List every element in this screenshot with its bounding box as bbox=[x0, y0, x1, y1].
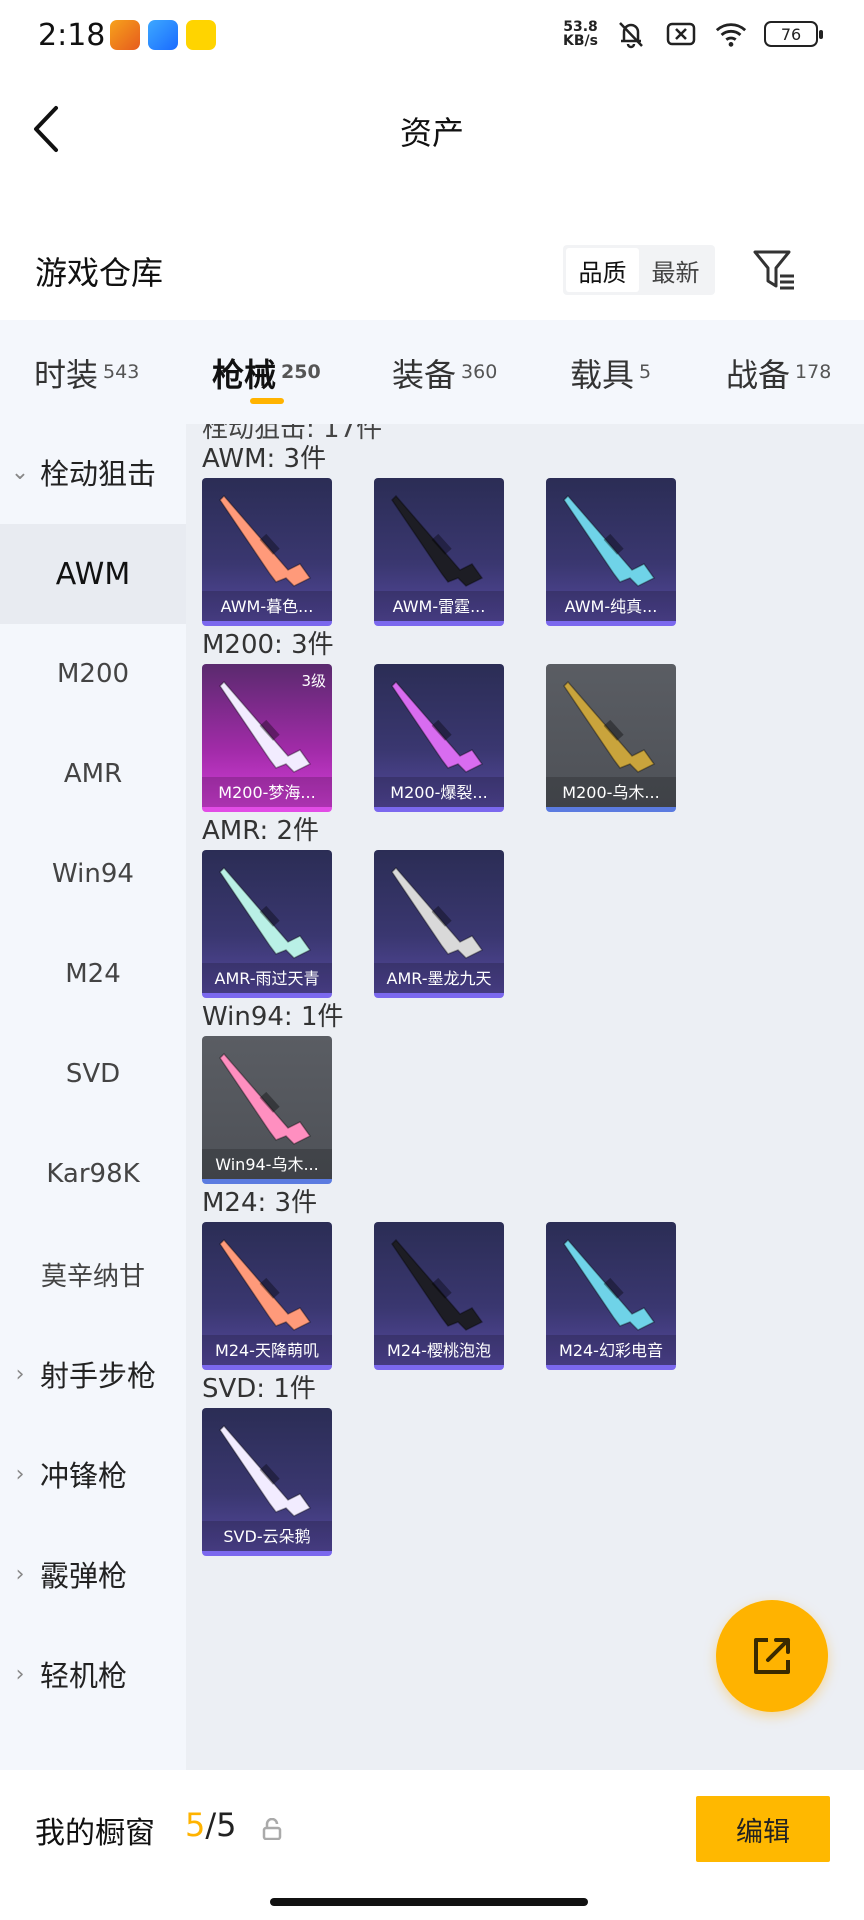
chevron-right-icon: › bbox=[15, 1661, 25, 1687]
item-name: AMR-雨过天青 bbox=[214, 969, 320, 988]
app-notification-icon bbox=[186, 20, 216, 50]
sim-off-icon bbox=[664, 18, 698, 50]
item-name: M200-爆裂... bbox=[390, 783, 488, 802]
item-card[interactable]: AWM-纯真... bbox=[546, 478, 676, 626]
sort-quality-button[interactable]: 品质 bbox=[566, 248, 639, 292]
tab-equipment[interactable]: 装备 360 bbox=[392, 350, 497, 396]
tab-firearms[interactable]: 枪械 250 bbox=[212, 350, 321, 396]
sort-newest-button[interactable]: 最新 bbox=[639, 248, 712, 292]
filter-button[interactable] bbox=[752, 248, 796, 292]
sidebar-item-m24[interactable]: M24 bbox=[0, 924, 186, 1024]
item-card[interactable]: AMR-雨过天青 bbox=[202, 850, 332, 998]
wifi-icon bbox=[714, 18, 748, 50]
sidebar-category-shotgun[interactable]: › 霰弹枪 bbox=[0, 1524, 186, 1624]
item-name: AMR-墨龙九天 bbox=[386, 969, 492, 988]
sidebar-item-win94[interactable]: Win94 bbox=[0, 824, 186, 924]
chevron-down-icon: ⌄ bbox=[10, 459, 30, 485]
sidebar-category-dmr[interactable]: › 射手步枪 bbox=[0, 1324, 186, 1424]
item-name: AWM-纯真... bbox=[564, 597, 658, 616]
tab-fashion[interactable]: 时装 543 bbox=[34, 350, 139, 396]
item-name: Win94-乌木... bbox=[215, 1155, 319, 1174]
item-name: M24-樱桃泡泡 bbox=[387, 1341, 491, 1360]
item-grid: 栓动狙击: 17件 AWM: 3件 AWM-暮色... AWM-雷霆... AWM-纯… bbox=[186, 424, 864, 1770]
showcase-label: 我的橱窗 bbox=[35, 1816, 155, 1851]
tab-supplies[interactable]: 战备 178 bbox=[726, 350, 831, 396]
item-card[interactable]: M24-天降萌叽 bbox=[202, 1222, 332, 1370]
item-card[interactable]: AWM-暮色... bbox=[202, 478, 332, 626]
group-label: AWM: 3件 bbox=[202, 444, 327, 474]
mute-icon bbox=[614, 18, 648, 50]
group-label: Win94: 1件 bbox=[202, 1002, 344, 1032]
sidebar: ⌄ 栓动狙击 AWM M200 AMR Win94 M24 SVD Kar98K… bbox=[0, 424, 186, 1770]
item-level-badge: 3级 bbox=[301, 672, 326, 690]
item-name: AWM-暮色... bbox=[220, 597, 314, 616]
sidebar-item-amr[interactable]: AMR bbox=[0, 724, 186, 824]
group-label: SVD: 1件 bbox=[202, 1374, 316, 1404]
chevron-right-icon: › bbox=[15, 1361, 25, 1387]
item-name: M200-乌木... bbox=[562, 783, 660, 802]
sidebar-item-svd[interactable]: SVD bbox=[0, 1024, 186, 1124]
home-indicator[interactable] bbox=[270, 1898, 588, 1906]
item-name: M24-幻彩电音 bbox=[559, 1341, 663, 1360]
edit-button[interactable]: 编辑 bbox=[696, 1796, 830, 1862]
share-external-icon bbox=[754, 1638, 790, 1674]
item-card[interactable]: M200-乌木... bbox=[546, 664, 676, 812]
category-tabs: 时装 543 枪械 250 装备 360 载具 5 战备 178 bbox=[0, 320, 864, 424]
item-name: AWM-雷霆... bbox=[392, 597, 486, 616]
page-title: 资产 bbox=[399, 114, 464, 152]
app-notification-icon bbox=[110, 20, 140, 50]
showcase-count: 5/5 bbox=[185, 1806, 237, 1844]
chevron-right-icon: › bbox=[15, 1561, 25, 1587]
active-tab-indicator bbox=[250, 398, 284, 404]
item-card[interactable]: M24-樱桃泡泡 bbox=[374, 1222, 504, 1370]
sidebar-item-mosin[interactable]: 莫辛纳甘 bbox=[0, 1224, 186, 1324]
app-notification-icon bbox=[148, 20, 178, 50]
item-card[interactable]: SVD-云朵鹅 bbox=[202, 1408, 332, 1556]
warehouse-title: 游戏仓库 bbox=[35, 254, 164, 292]
sidebar-item-m200[interactable]: M200 bbox=[0, 624, 186, 724]
item-name: SVD-云朵鹅 bbox=[223, 1527, 311, 1546]
group-label: M24: 3件 bbox=[202, 1188, 318, 1218]
sidebar-item-awm[interactable]: AWM bbox=[0, 524, 186, 624]
item-card[interactable]: M200-爆裂... bbox=[374, 664, 504, 812]
status-time: 2:18 bbox=[38, 18, 106, 53]
item-card[interactable]: M24-幻彩电音 bbox=[546, 1222, 676, 1370]
item-card[interactable]: Win94-乌木... bbox=[202, 1036, 332, 1184]
status-bar: 2:18 53.8 KB/s 76 bbox=[0, 0, 864, 78]
group-label: AMR: 2件 bbox=[202, 816, 320, 846]
filter-icon bbox=[753, 250, 794, 290]
lock-icon bbox=[262, 1818, 282, 1840]
item-name: M24-天降萌叽 bbox=[215, 1341, 319, 1360]
network-speed: 53.8 KB/s bbox=[563, 19, 598, 49]
sort-toggle: 品质 最新 bbox=[563, 245, 715, 295]
item-card[interactable]: AWM-雷霆... bbox=[374, 478, 504, 626]
tab-vehicles[interactable]: 载具 5 bbox=[570, 350, 651, 396]
item-name: M200-梦海... bbox=[218, 783, 316, 802]
battery-icon: 76 bbox=[764, 21, 823, 47]
sidebar-category-bolt-action[interactable]: ⌄ 栓动狙击 bbox=[0, 424, 186, 522]
share-button[interactable] bbox=[716, 1600, 828, 1712]
sidebar-category-smg[interactable]: › 冲锋枪 bbox=[0, 1424, 186, 1524]
chevron-right-icon: › bbox=[15, 1461, 25, 1487]
sidebar-item-kar98k[interactable]: Kar98K bbox=[0, 1124, 186, 1224]
sidebar-category-lmg[interactable]: › 轻机枪 bbox=[0, 1624, 186, 1724]
item-card[interactable]: 3级 M200-梦海... bbox=[202, 664, 332, 812]
item-card[interactable]: AMR-墨龙九天 bbox=[374, 850, 504, 998]
group-label: M200: 3件 bbox=[202, 630, 334, 660]
